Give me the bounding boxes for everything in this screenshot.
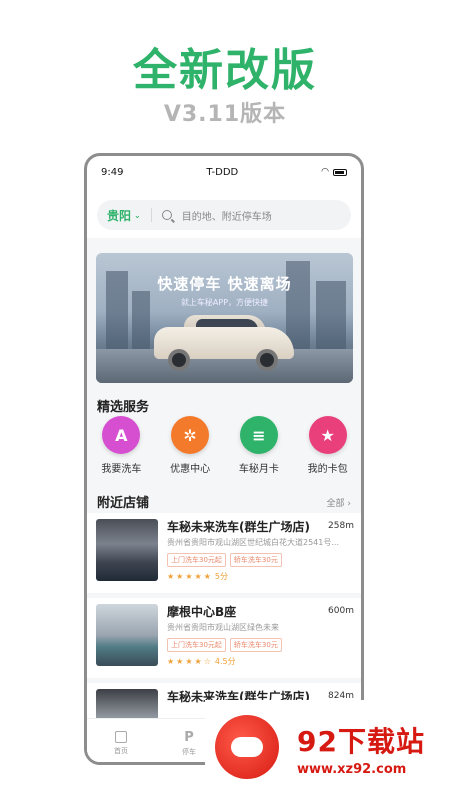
nearby-title: 附近店铺 <box>97 496 150 511</box>
phone-frame: 9:49 T-DDD ◠ 贵阳 ⌄ 目的地、附近停车场 快速停车 快速离场 就上… <box>84 153 364 765</box>
status-carrier: T-DDD <box>206 166 239 178</box>
services-grid: A 我要洗车 ✲ 优惠中心 ≡ 车秘月卡 ★ 我的卡包 <box>87 416 361 475</box>
rating-score: 4.5分 <box>214 657 236 666</box>
car-wheel <box>168 349 190 371</box>
watermark-logo-icon <box>215 715 279 779</box>
tab-label: 首页 <box>114 747 128 755</box>
store-tags: 上门洗车30元起 轿车洗车30元 <box>167 553 282 567</box>
discount-icon: ✲ <box>171 416 210 454</box>
store-thumbnail <box>96 519 158 581</box>
watermark-url: www.xz92.com <box>297 762 407 777</box>
divider <box>150 208 152 222</box>
service-discount-center[interactable]: ✲ 优惠中心 <box>158 416 222 475</box>
store-card[interactable]: 摩根中心B座 600m 贵州省贵阳市观山湖区绿色未来 上门洗车30元起 轿车洗车… <box>87 598 361 678</box>
card-wallet-icon: ★ <box>308 416 347 454</box>
view-all-link[interactable]: 全部 › <box>327 496 352 509</box>
star-rating-icon: ★★★★★ <box>167 572 213 581</box>
promo-title: 全新改版 <box>133 45 317 96</box>
promo-version: V3.11版本 <box>163 102 287 127</box>
battery-icon <box>332 168 347 176</box>
tab-home[interactable]: 首页 <box>87 719 155 762</box>
watermark-name: 92下载站 <box>297 725 425 758</box>
city-label: 贵阳 <box>107 208 132 223</box>
store-tag: 轿车洗车30元 <box>229 553 282 567</box>
main-content: 快速停车 快速离场 就上车秘APP，方便快捷 精选服务 A 我要洗车 ✲ 优惠中… <box>87 238 361 762</box>
view-all-label: 全部 <box>326 499 345 509</box>
wifi-icon: ◠ <box>321 167 329 177</box>
service-car-wash[interactable]: A 我要洗车 <box>89 416 153 475</box>
chevron-right-icon: › <box>347 499 351 509</box>
monthly-card-icon: ≡ <box>239 416 278 454</box>
tab-label: 停车 <box>182 747 196 756</box>
car-wheel <box>256 349 278 371</box>
service-label: 优惠中心 <box>170 464 211 475</box>
banner-title: 快速停车 快速离场 <box>157 275 292 293</box>
store-address: 贵州省贵阳市观山湖区世纪城白花大道2541号... <box>167 538 339 547</box>
app-header: 贵阳 ⌄ 目的地、附近停车场 <box>87 188 361 238</box>
store-distance: 258m <box>328 521 354 531</box>
rating-score: 5分 <box>214 572 228 581</box>
store-distance: 600m <box>328 606 354 616</box>
services-title: 精选服务 <box>97 400 150 415</box>
store-card[interactable]: 车秘未来洗车(群生广场店) 258m 贵州省贵阳市观山湖区世纪城白花大道2541… <box>87 513 361 593</box>
service-label: 车秘月卡 <box>238 464 279 475</box>
service-label: 我要洗车 <box>101 464 142 475</box>
store-rating: ★★★★★ 5分 <box>167 571 228 582</box>
banner-subtitle: 就上车秘APP，方便快捷 <box>180 298 269 307</box>
store-rating: ★★★★☆ 4.5分 <box>167 656 236 667</box>
search-input[interactable]: 目的地、附近停车场 <box>182 208 272 223</box>
store-tags: 上门洗车30元起 轿车洗车30元 <box>167 638 282 652</box>
home-icon <box>115 731 127 743</box>
store-tag: 轿车洗车30元 <box>229 638 282 652</box>
promo-banner[interactable]: 快速停车 快速离场 就上车秘APP，方便快捷 <box>96 253 353 383</box>
chevron-down-icon: ⌄ <box>134 210 141 220</box>
star-rating-icon: ★★★★☆ <box>167 657 213 666</box>
search-bar[interactable]: 贵阳 ⌄ 目的地、附近停车场 <box>97 200 351 230</box>
service-monthly-card[interactable]: ≡ 车秘月卡 <box>227 416 291 475</box>
parking-icon: P <box>184 729 194 745</box>
store-name: 车秘未来洗车(群生广场店) <box>167 520 310 534</box>
store-tag: 上门洗车30元起 <box>167 553 226 567</box>
city-selector[interactable]: 贵阳 ⌄ <box>107 207 141 224</box>
store-address: 贵州省贵阳市观山湖区绿色未来 <box>167 623 279 632</box>
status-icons: ◠ <box>321 167 347 177</box>
service-label: 我的卡包 <box>307 464 348 475</box>
store-tag: 上门洗车30元起 <box>167 638 226 652</box>
store-name: 摩根中心B座 <box>167 605 237 619</box>
watermark: 92下载站 www.xz92.com <box>205 700 450 800</box>
search-icon <box>161 210 172 220</box>
store-thumbnail <box>96 604 158 666</box>
status-time: 9:49 <box>101 166 124 178</box>
service-card-wallet[interactable]: ★ 我的卡包 <box>296 416 360 475</box>
car-wash-icon: A <box>102 416 141 454</box>
status-bar: 9:49 T-DDD ◠ <box>87 156 361 188</box>
